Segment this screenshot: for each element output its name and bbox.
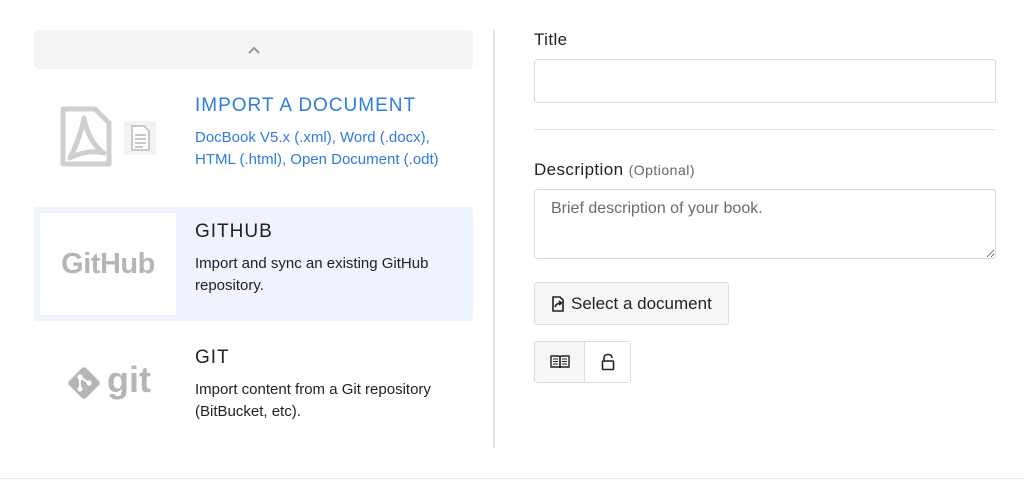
description-label: Description (Optional) [534,160,996,180]
git-logo-text: git [107,359,151,400]
title-input[interactable] [534,59,996,103]
book-toggle-button[interactable] [534,341,584,383]
import-document-thumb [40,69,176,205]
share-icon [552,295,564,312]
option-title: GITHUB [195,221,273,242]
document-icon [124,121,156,155]
select-document-label: Select a document [571,293,712,313]
option-github[interactable]: GitHub GITHUB Import and sync an existin… [34,207,473,321]
lock-toggle-button[interactable] [584,341,631,383]
book-form: Title Description (Optional) Select a do… [534,30,996,383]
option-git[interactable]: git GIT Import content from a Git reposi… [34,321,473,445]
scroll-up-button[interactable] [34,30,473,69]
github-logo: GitHub [40,213,176,315]
form-divider [534,129,996,130]
description-input[interactable] [534,189,996,259]
optional-tag: (Optional) [628,162,696,178]
option-description: Import and sync an existing GitHub repos… [195,255,429,294]
import-document-text: IMPORT A DOCUMENT DocBook V5.x (.xml), W… [176,69,473,171]
pdf-icon [60,106,112,167]
toggle-button-group [534,341,996,383]
git-text: GIT Import content from a Git repository… [176,321,473,423]
chevron-up-icon [247,46,260,54]
option-title: GIT [195,347,230,368]
option-title: IMPORT A DOCUMENT [195,95,417,116]
git-logo: git [40,321,176,445]
import-options-panel: IMPORT A DOCUMENT DocBook V5.x (.xml), W… [34,30,473,445]
option-description: Import content from a Git repository (Bi… [195,381,431,420]
option-import-document[interactable]: IMPORT A DOCUMENT DocBook V5.x (.xml), W… [34,69,473,205]
github-text: GITHUB Import and sync an existing GitHu… [176,207,473,297]
github-logo-text: GitHub [61,247,155,280]
lock-icon [601,353,614,371]
description-label-text: Description [534,160,624,179]
git-icon [68,367,100,399]
option-description: DocBook V5.x (.xml), Word (.docx), HTML … [195,129,439,168]
title-label: Title [534,30,568,49]
book-icon [549,355,570,369]
select-document-button[interactable]: Select a document [534,282,729,325]
column-divider [493,30,495,448]
bottom-divider [0,478,1024,479]
